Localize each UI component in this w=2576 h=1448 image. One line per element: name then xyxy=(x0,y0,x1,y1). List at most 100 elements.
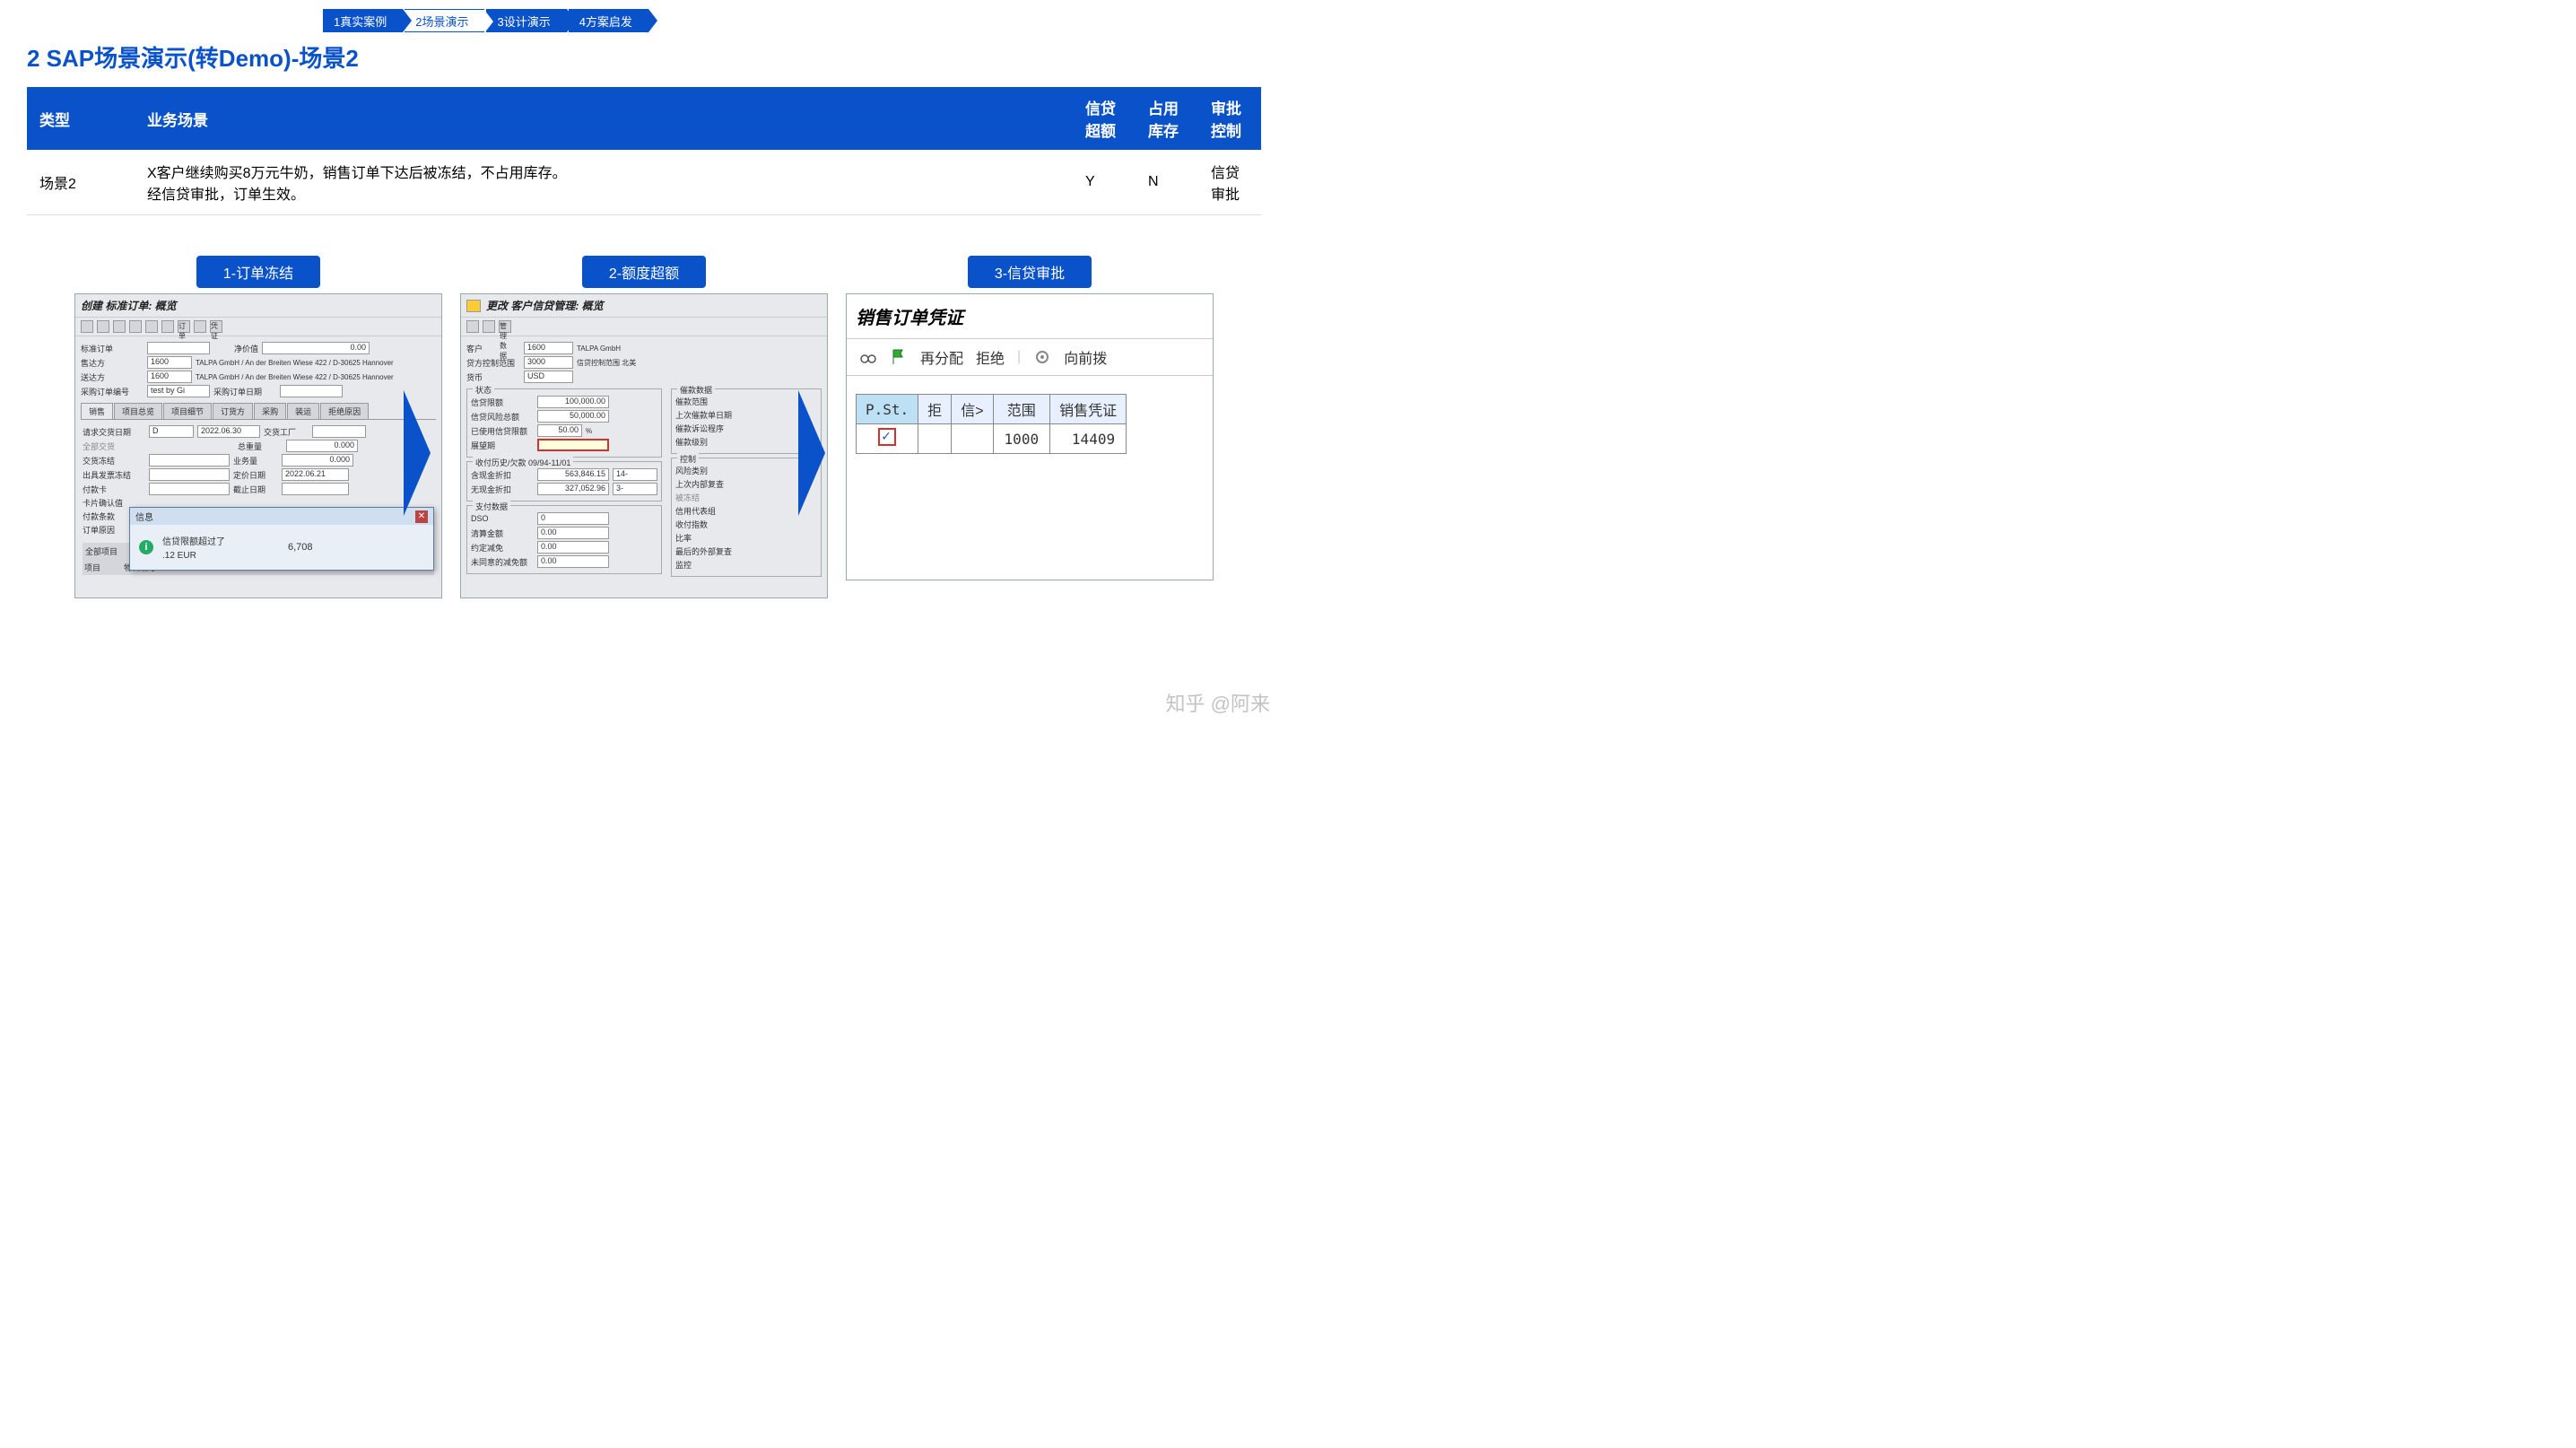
result-table: P.St. 拒 信> 范围 销售凭证 1000 14409 xyxy=(856,394,1127,454)
check-icon xyxy=(878,428,896,446)
in-limit[interactable]: 100,000.00 xyxy=(537,396,609,408)
th-rej: 拒 xyxy=(918,395,952,424)
in-horizon[interactable] xyxy=(537,439,609,451)
in-plant[interactable] xyxy=(312,425,366,438)
toolbar-icon[interactable] xyxy=(483,320,495,333)
in-curr[interactable]: USD xyxy=(524,371,573,383)
toolbar-icon[interactable] xyxy=(466,320,479,333)
in-nd-n[interactable]: 3- xyxy=(613,483,657,495)
toolbar-icon[interactable] xyxy=(129,320,142,333)
td-scenario: X客户继续购买8万元牛奶，销售订单下达后被冻结，不占用库存。 经信贷审批，订单生… xyxy=(135,150,1073,215)
in-pricedate[interactable]: 2022.06.21 xyxy=(282,468,349,481)
in-withdisc[interactable]: 563,846.15 xyxy=(537,468,609,481)
lbl-lastdun: 上次催款单日期 xyxy=(675,409,738,421)
lbl-payindex: 收付指数 xyxy=(675,519,738,530)
tab-ship[interactable]: 装运 xyxy=(287,403,319,419)
in-billblock[interactable] xyxy=(149,468,230,481)
tab-orderer[interactable]: 订货方 xyxy=(213,403,253,419)
sap1-tabs: 销售 项目总览 项目细节 订货方 采购 装运 拒绝原因 xyxy=(81,403,436,420)
in-dso[interactable]: 0 xyxy=(537,512,609,525)
flag-icon[interactable] xyxy=(890,348,908,366)
tab-sales[interactable]: 销售 xyxy=(81,403,113,419)
th-stock: 占用 库存 xyxy=(1136,87,1198,150)
in-reqdate[interactable]: 2022.06.30 xyxy=(197,425,260,438)
in-weight[interactable]: 0.000 xyxy=(286,440,358,452)
th-cred: 信> xyxy=(952,395,993,424)
in-podate[interactable] xyxy=(280,385,343,397)
toolbar-icon[interactable] xyxy=(97,320,109,333)
in-clear[interactable]: 0.00 xyxy=(537,527,609,539)
info-popup: 信息✕ i 信贷限额超过了 .12 EUR 6,708 xyxy=(129,507,434,571)
lbl-complete: 全部交货 xyxy=(83,441,145,452)
in-shipto[interactable]: 1600 xyxy=(147,371,192,383)
txt-cust: TALPA GmbH xyxy=(577,345,621,353)
sap3-title: 销售订单凭证 xyxy=(847,294,1213,338)
gear-icon[interactable] xyxy=(1033,348,1051,366)
lbl-paycard: 付款卡 xyxy=(83,484,145,495)
in-risk[interactable]: 50,000.00 xyxy=(537,410,609,423)
toolbar-icon[interactable] xyxy=(145,320,158,333)
arrow-icon xyxy=(798,390,825,516)
toolbar-icon[interactable] xyxy=(161,320,174,333)
btn-forward[interactable]: 向前拨 xyxy=(1064,346,1107,368)
lbl-plant: 交货工厂 xyxy=(264,426,309,438)
screenshots-row: 1-订单冻结 创建 标准订单: 概览 订单 凭证 标准订单净价值0.00 售达方… xyxy=(27,256,1261,598)
lbl-used: 已使用信贷限额 xyxy=(471,425,534,437)
lbl-podate: 采购订单日期 xyxy=(213,386,276,397)
in-std-order[interactable] xyxy=(147,342,210,354)
txt-area: 信贷控制范围 北美 xyxy=(577,358,636,368)
toolbar-icon[interactable] xyxy=(81,320,93,333)
tab-reject[interactable]: 拒绝原因 xyxy=(320,403,369,419)
td-cred xyxy=(952,424,993,454)
in-unagreed[interactable]: 0.00 xyxy=(537,555,609,568)
lbl-riskcat: 风险类别 xyxy=(675,465,738,476)
in-block[interactable] xyxy=(149,454,230,467)
in-area[interactable]: 3000 xyxy=(524,356,573,369)
arrow-icon xyxy=(404,390,431,516)
in-wd-n[interactable]: 14- xyxy=(613,468,657,481)
info-icon: i xyxy=(139,540,153,554)
td-doc: 14409 xyxy=(1050,424,1127,454)
btn-realloc[interactable]: 再分配 xyxy=(920,346,963,368)
nav-item-2[interactable]: 2场景演示 xyxy=(405,9,484,32)
in-po[interactable]: test by Gi xyxy=(147,385,210,397)
tab-item-detail[interactable]: 项目细节 xyxy=(163,403,212,419)
sap1-title: 创建 标准订单: 概览 xyxy=(75,294,441,318)
th-doc: 销售凭证 xyxy=(1050,395,1127,424)
glasses-icon[interactable] xyxy=(859,348,877,366)
in-vol[interactable]: 0.000 xyxy=(282,454,353,467)
in-agreed[interactable]: 0.00 xyxy=(537,541,609,554)
nav-item-4[interactable]: 4方案启发 xyxy=(569,9,648,32)
in-used[interactable]: 50.00 xyxy=(537,424,582,437)
tab-item-overview[interactable]: 项目总览 xyxy=(114,403,162,419)
tab-procure[interactable]: 采购 xyxy=(254,403,286,419)
td-scope: 1000 xyxy=(993,424,1050,454)
in-soldto[interactable]: 1600 xyxy=(147,356,192,369)
td-credit: Y xyxy=(1073,150,1136,215)
in-paycard[interactable] xyxy=(149,483,230,495)
popup-msg: 信贷限额超过了 xyxy=(162,534,225,547)
lbl-curr: 货币 xyxy=(466,371,520,383)
lbl-limit: 信贷限额 xyxy=(471,397,534,408)
lbl-allitems: 全部项目 xyxy=(85,547,117,556)
in-net[interactable]: 0.00 xyxy=(262,342,370,354)
th-credit: 信贷 超额 xyxy=(1073,87,1136,150)
popup-title: 信息 xyxy=(135,510,153,523)
in-enddate[interactable] xyxy=(282,483,349,495)
scenario-table: 类型 业务场景 信贷 超额 占用 库存 审批 控制 场景2 X客户继续购买8万元… xyxy=(27,87,1261,215)
lbl-std-order: 标准订单 xyxy=(81,343,144,354)
toolbar-icon[interactable] xyxy=(113,320,126,333)
lbl-dunarea: 催款范围 xyxy=(675,396,738,407)
lbl-frozen: 被冻结 xyxy=(675,492,738,503)
nav-item-1[interactable]: 1真实案例 xyxy=(323,9,403,32)
in-reqdate-t[interactable]: D xyxy=(149,425,194,438)
in-cust[interactable]: 1600 xyxy=(524,342,573,354)
sap2-title: 更改 客户信贷管理: 概览 xyxy=(486,298,604,313)
pencil-icon xyxy=(466,300,481,312)
in-nodisc[interactable]: 327,052.96 xyxy=(537,483,609,495)
toolbar-icon[interactable] xyxy=(194,320,206,333)
btn-reject[interactable]: 拒绝 xyxy=(976,346,1005,368)
lbl-withdisc: 含现金折扣 xyxy=(471,469,534,481)
nav-item-3[interactable]: 3设计演示 xyxy=(486,9,566,32)
lbl-shipto: 送达方 xyxy=(81,371,144,383)
